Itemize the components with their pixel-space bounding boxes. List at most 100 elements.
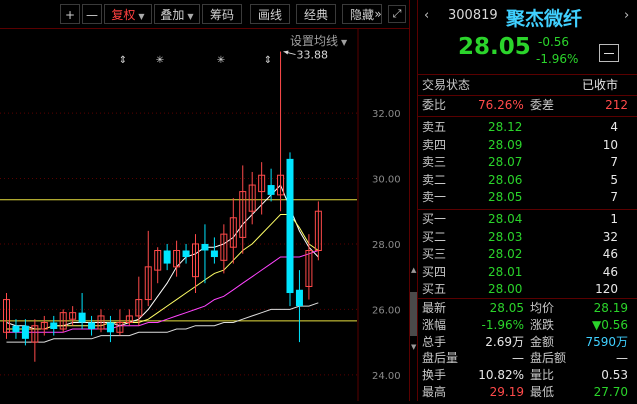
y-tick-label: 24.00 bbox=[372, 371, 401, 382]
candle-body bbox=[182, 250, 190, 258]
stat-value: 2.69万 bbox=[485, 334, 524, 349]
more-icon[interactable]: » bbox=[371, 4, 385, 24]
ask-volume: 10 bbox=[602, 137, 618, 152]
candle-body bbox=[210, 250, 218, 258]
divider bbox=[418, 95, 637, 96]
stat-label: 最新 bbox=[422, 301, 447, 315]
bid-level-label: 买二 bbox=[422, 229, 447, 244]
bid-price: 28.04 bbox=[488, 212, 523, 226]
candle-body bbox=[286, 158, 294, 294]
event-marker-icon: ✳ bbox=[217, 55, 225, 66]
prev-stock-icon[interactable]: ‹ bbox=[424, 8, 429, 23]
candle-body bbox=[201, 243, 209, 251]
y-tick-label: 26.00 bbox=[372, 305, 401, 316]
chips-button[interactable]: 筹码 bbox=[202, 4, 242, 24]
ask-row[interactable]: 卖二 28.06 5 bbox=[418, 172, 637, 189]
bid-level-label: 买三 bbox=[422, 247, 447, 262]
ask-volume: 4 bbox=[610, 120, 618, 134]
overlay-dropdown[interactable]: 叠加 ▼ bbox=[154, 4, 200, 24]
scroll-up-icon[interactable]: ▲ bbox=[411, 266, 416, 274]
scrollbar-thumb[interactable] bbox=[410, 292, 417, 336]
ask-volume: 7 bbox=[610, 190, 618, 205]
minimize-button[interactable] bbox=[599, 44, 619, 62]
candle-body bbox=[88, 322, 96, 330]
status-label: 交易状态 bbox=[422, 78, 471, 92]
y-tick-label: 28.00 bbox=[372, 240, 401, 251]
ask-price: 28.07 bbox=[488, 155, 523, 170]
bid-volume: 46 bbox=[602, 264, 618, 279]
chevron-down-icon: ▼ bbox=[138, 12, 145, 21]
adjust-price-label: 复权 bbox=[111, 8, 136, 22]
stat-value: — bbox=[616, 351, 628, 366]
bid-row[interactable]: 买五 28.00 120 bbox=[418, 281, 637, 298]
bid-price: 28.03 bbox=[488, 229, 523, 244]
last-price: 28.05 bbox=[458, 34, 531, 60]
bid-volume: 46 bbox=[602, 247, 618, 262]
adjust-price-dropdown[interactable]: 复权 ▼ bbox=[104, 4, 152, 24]
stat-label: 量比 bbox=[530, 368, 555, 383]
candle-body bbox=[295, 289, 303, 307]
ask-volume: 7 bbox=[610, 155, 618, 170]
bid-price: 28.00 bbox=[488, 282, 523, 297]
kline-chart[interactable]: 32.00 30.00 28.00 26.00 24.00 33.88 ⇕ ✳ ✳ ⇕ bbox=[0, 28, 409, 401]
ask-row[interactable]: 卖一 28.05 7 bbox=[418, 189, 637, 206]
peak-price-label: 33.88 bbox=[297, 49, 329, 62]
bid-level-label: 买四 bbox=[422, 264, 447, 279]
bid-volume: 120 bbox=[595, 282, 618, 297]
stat-label: 涨幅 bbox=[422, 317, 447, 332]
stat-label: 最低 bbox=[530, 385, 555, 399]
bid-row[interactable]: 买一 28.04 1 bbox=[418, 211, 637, 228]
ask-level-label: 卖五 bbox=[422, 120, 447, 134]
classic-button[interactable]: 经典 bbox=[296, 4, 336, 24]
ask-row[interactable]: 卖四 28.09 10 bbox=[418, 137, 637, 154]
stat-label: 涨跌 bbox=[530, 317, 555, 332]
stat-value: 29.19 bbox=[489, 385, 524, 399]
stat-value: 27.70 bbox=[593, 385, 628, 399]
stats-row: 换手 10.82% 量比 0.53 bbox=[418, 367, 637, 384]
ask-row[interactable]: 卖五 28.12 4 bbox=[418, 119, 637, 136]
ask-level-label: 卖一 bbox=[422, 190, 447, 205]
moving-average-line bbox=[6, 214, 319, 330]
candle-body bbox=[267, 185, 275, 195]
ask-volume: 5 bbox=[610, 172, 618, 187]
stat-value: 10.82% bbox=[478, 368, 524, 383]
candle-body bbox=[78, 312, 86, 323]
weibi-label: 委比 bbox=[422, 98, 447, 112]
status-value: 已收市 bbox=[582, 78, 619, 92]
weicha-label: 委差 bbox=[530, 98, 555, 112]
expand-icon[interactable]: ⤢ bbox=[388, 5, 406, 23]
ask-row[interactable]: 卖三 28.07 7 bbox=[418, 154, 637, 171]
price-change: -0.56 bbox=[538, 35, 570, 49]
stat-label: 总手 bbox=[422, 334, 447, 349]
stats-row: 盘后量 — 盘后额 — bbox=[418, 350, 637, 367]
bid-row[interactable]: 买二 28.03 32 bbox=[418, 229, 637, 246]
bid-price: 28.02 bbox=[488, 247, 523, 262]
bid-row[interactable]: 买四 28.01 46 bbox=[418, 264, 637, 281]
stat-label: 换手 bbox=[422, 368, 447, 383]
draw-line-button[interactable]: 画线 bbox=[250, 4, 290, 24]
ask-level-label: 卖四 bbox=[422, 137, 447, 152]
divider bbox=[418, 74, 637, 75]
scroll-down-icon[interactable]: ▼ bbox=[411, 343, 416, 351]
zoom-out-button[interactable]: — bbox=[82, 4, 102, 24]
next-stock-icon[interactable]: › bbox=[624, 8, 629, 23]
ask-price: 28.06 bbox=[488, 172, 523, 187]
chart-toolbar: + — 复权 ▼ 叠加 ▼ 筹码 画线 经典 隐藏 » ⤢ bbox=[0, 0, 409, 29]
divider bbox=[418, 298, 637, 299]
y-tick-label: 32.00 bbox=[372, 109, 401, 120]
bid-price: 28.01 bbox=[488, 264, 523, 279]
zoom-in-button[interactable]: + bbox=[60, 4, 80, 24]
stats-row: 总手 2.69万 金额 7590万 bbox=[418, 334, 637, 351]
stat-label: 盘后量 bbox=[422, 351, 459, 366]
bid-level-label: 买五 bbox=[422, 282, 447, 297]
candle-body bbox=[106, 322, 114, 333]
weibi-value: 76.26% bbox=[478, 98, 524, 112]
stat-value: 7590万 bbox=[585, 334, 628, 349]
candle-body bbox=[12, 325, 20, 333]
event-marker-icon: ⇕ bbox=[119, 55, 127, 66]
bid-volume: 32 bbox=[602, 229, 618, 244]
commission-row: 委比 76.26% 委差 212 bbox=[418, 97, 637, 114]
stat-label: 均价 bbox=[530, 301, 555, 315]
stats-row: 最高 29.19 最低 27.70 bbox=[418, 384, 637, 401]
bid-row[interactable]: 买三 28.02 46 bbox=[418, 246, 637, 263]
